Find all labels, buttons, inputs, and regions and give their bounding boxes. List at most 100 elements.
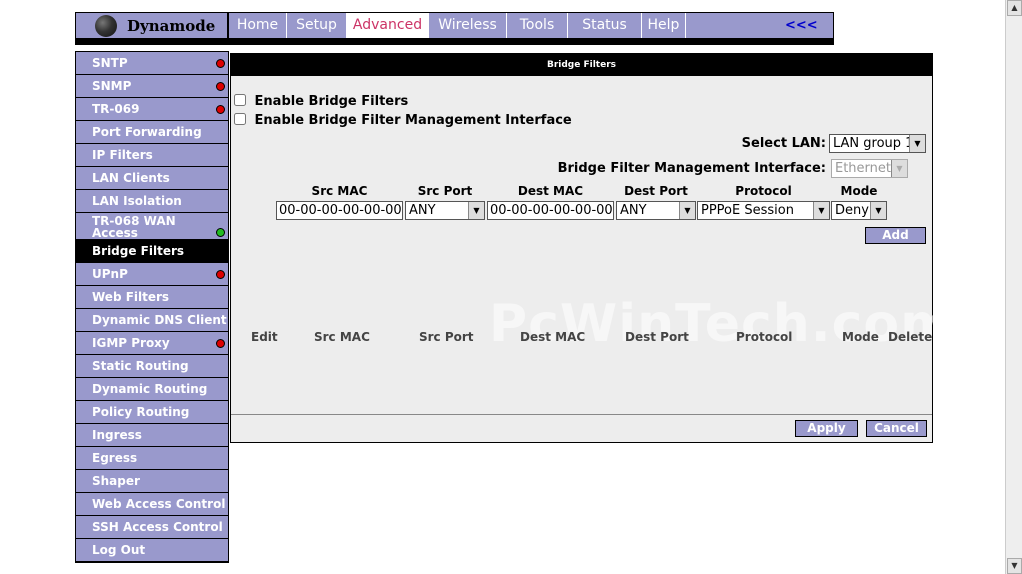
chevron-down-icon: ▼ bbox=[891, 160, 907, 177]
sidebar-item-label: Web Access Control bbox=[92, 497, 226, 511]
sidebar-item-ssh-access-control[interactable]: SSH Access Control bbox=[76, 516, 228, 538]
select-lan-dropdown[interactable]: LAN group 1 ▼ bbox=[829, 134, 926, 153]
status-red-icon bbox=[216, 105, 225, 114]
dest-mac-input[interactable]: 00-00-00-00-00-00 bbox=[487, 201, 614, 220]
list-col-protocol: Protocol bbox=[736, 330, 793, 344]
sidebar: SNTP SNMP TR-069 Port Forwarding IP Filt… bbox=[75, 51, 229, 563]
footer-divider bbox=[231, 414, 932, 415]
scroll-up-icon[interactable]: ▲ bbox=[1007, 0, 1022, 16]
sidebar-item-label: UPnP bbox=[92, 267, 128, 281]
mode-select[interactable]: Deny ▼ bbox=[831, 201, 887, 220]
sidebar-item-tr068-wan-access[interactable]: TR-068 WAN Access bbox=[76, 213, 228, 239]
src-mac-input[interactable]: 00-00-00-00-00-00 bbox=[276, 201, 403, 220]
chevron-down-icon: ▼ bbox=[813, 202, 829, 219]
sidebar-item-lan-isolation[interactable]: LAN Isolation bbox=[76, 190, 228, 212]
chevron-down-icon: ▼ bbox=[679, 202, 695, 219]
list-col-edit: Edit bbox=[251, 330, 278, 344]
sidebar-item-bridge-filters[interactable]: Bridge Filters bbox=[76, 240, 228, 262]
sidebar-item-dynamic-routing[interactable]: Dynamic Routing bbox=[76, 378, 228, 400]
sidebar-item-label: IGMP Proxy bbox=[92, 336, 170, 350]
col-mode: Mode bbox=[840, 184, 878, 198]
src-port-select[interactable]: ANY ▼ bbox=[405, 201, 485, 220]
tab-help[interactable]: Help bbox=[642, 13, 686, 38]
col-src-port: Src Port bbox=[417, 184, 473, 198]
sidebar-item-igmp-proxy[interactable]: IGMP Proxy bbox=[76, 332, 228, 354]
tab-wireless[interactable]: Wireless bbox=[429, 13, 507, 38]
sidebar-item-ip-filters[interactable]: IP Filters bbox=[76, 144, 228, 166]
sidebar-item-label: LAN Isolation bbox=[92, 194, 182, 208]
collapse-link[interactable]: <<< bbox=[785, 13, 818, 38]
col-src-mac: Src MAC bbox=[311, 184, 368, 198]
sidebar-item-snmp[interactable]: SNMP bbox=[76, 75, 228, 97]
cancel-button[interactable]: Cancel bbox=[866, 420, 927, 437]
sidebar-item-lan-clients[interactable]: LAN Clients bbox=[76, 167, 228, 189]
chevron-down-icon: ▼ bbox=[468, 202, 484, 219]
sidebar-item-egress[interactable]: Egress bbox=[76, 447, 228, 469]
enable-mgmt-interface-label: Enable Bridge Filter Management Interfac… bbox=[254, 113, 572, 128]
vertical-scrollbar[interactable]: ▲ ▼ bbox=[1005, 0, 1022, 574]
sidebar-item-shaper[interactable]: Shaper bbox=[76, 470, 228, 492]
mode-value: Deny bbox=[835, 203, 869, 218]
sidebar-item-port-forwarding[interactable]: Port Forwarding bbox=[76, 121, 228, 143]
sidebar-item-label: TR-069 bbox=[92, 102, 140, 116]
tab-advanced[interactable]: Advanced bbox=[347, 13, 429, 38]
enable-bridge-filters-row: Enable Bridge Filters bbox=[234, 94, 408, 109]
sidebar-item-web-filters[interactable]: Web Filters bbox=[76, 286, 228, 308]
chevron-down-icon: ▼ bbox=[870, 202, 886, 219]
sidebar-item-upnp[interactable]: UPnP bbox=[76, 263, 228, 285]
src-port-value: ANY bbox=[409, 203, 436, 218]
brand-name: Dynamode bbox=[127, 17, 216, 35]
col-dest-port: Dest Port bbox=[624, 184, 688, 198]
sidebar-item-tr069[interactable]: TR-069 bbox=[76, 98, 228, 120]
sidebar-item-label: Policy Routing bbox=[92, 405, 190, 419]
sidebar-item-label: Static Routing bbox=[92, 359, 189, 373]
status-red-icon bbox=[216, 82, 225, 91]
protocol-select[interactable]: PPPoE Session ▼ bbox=[697, 201, 830, 220]
top-nav: Home Setup Advanced Wireless Tools Statu… bbox=[228, 12, 834, 39]
tab-setup[interactable]: Setup bbox=[287, 13, 347, 38]
chevron-down-icon: ▼ bbox=[909, 135, 925, 152]
scroll-down-icon[interactable]: ▼ bbox=[1007, 558, 1022, 574]
sidebar-item-label: SNMP bbox=[92, 79, 132, 93]
sidebar-item-static-routing[interactable]: Static Routing bbox=[76, 355, 228, 377]
bridge-filters-panel: Bridge Filters PcWinTech.com Enable Brid… bbox=[230, 53, 954, 443]
sidebar-item-label: Web Filters bbox=[92, 290, 170, 304]
sidebar-item-label: TR-068 WAN Access bbox=[92, 214, 176, 240]
sidebar-item-label: Dynamic Routing bbox=[92, 382, 208, 396]
tab-home[interactable]: Home bbox=[229, 13, 287, 38]
globe-icon bbox=[95, 15, 117, 37]
mgmt-interface-label: Bridge Filter Management Interface: bbox=[557, 161, 826, 176]
sidebar-item-log-out[interactable]: Log Out bbox=[76, 539, 228, 561]
sidebar-item-dynamic-dns-client[interactable]: Dynamic DNS Client bbox=[76, 309, 228, 331]
sidebar-item-label: Dynamic DNS Client bbox=[92, 313, 227, 327]
apply-button[interactable]: Apply bbox=[795, 420, 858, 437]
sidebar-item-policy-routing[interactable]: Policy Routing bbox=[76, 401, 228, 423]
enable-mgmt-interface-checkbox[interactable] bbox=[234, 113, 246, 125]
dest-port-select[interactable]: ANY ▼ bbox=[616, 201, 696, 220]
dest-port-value: ANY bbox=[620, 203, 647, 218]
status-red-icon bbox=[216, 270, 225, 279]
sidebar-item-label: SNTP bbox=[92, 56, 128, 70]
add-button[interactable]: Add bbox=[865, 227, 926, 244]
watermark: PcWinTech.com bbox=[489, 294, 956, 354]
sidebar-item-ingress[interactable]: Ingress bbox=[76, 424, 228, 446]
status-green-icon bbox=[216, 228, 225, 237]
tab-tools[interactable]: Tools bbox=[507, 13, 568, 38]
enable-bridge-filters-checkbox[interactable] bbox=[234, 94, 246, 106]
list-col-dest-port: Dest Port bbox=[625, 330, 689, 344]
tab-status[interactable]: Status bbox=[568, 13, 642, 38]
sidebar-item-sntp[interactable]: SNTP bbox=[76, 52, 228, 74]
list-col-src-mac: Src MAC bbox=[314, 330, 370, 344]
list-col-dest-mac: Dest MAC bbox=[520, 330, 586, 344]
header-spacer bbox=[229, 45, 834, 51]
mgmt-interface-dropdown[interactable]: Ethernet1 ▼ bbox=[831, 159, 908, 178]
panel-title: Bridge Filters bbox=[231, 54, 932, 76]
enable-mgmt-interface-row: Enable Bridge Filter Management Interfac… bbox=[234, 113, 572, 128]
sidebar-item-web-access-control[interactable]: Web Access Control bbox=[76, 493, 228, 515]
select-lan-label: Select LAN: bbox=[741, 136, 826, 151]
sidebar-item-label: Ingress bbox=[92, 428, 142, 442]
col-protocol: Protocol bbox=[735, 184, 792, 198]
protocol-value: PPPoE Session bbox=[701, 203, 794, 218]
mgmt-interface-value: Ethernet1 bbox=[835, 161, 900, 176]
sidebar-item-label: SSH Access Control bbox=[92, 520, 223, 534]
